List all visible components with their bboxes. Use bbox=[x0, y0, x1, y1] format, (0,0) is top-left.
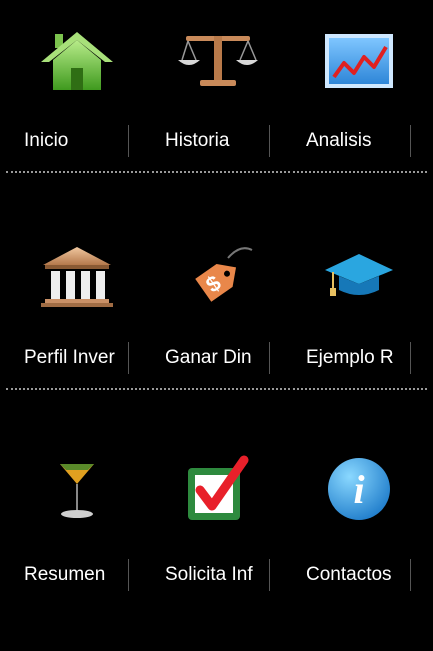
menu-item-ejemplo-r[interactable]: Ejemplo R bbox=[288, 217, 429, 407]
menu-item-ganar-din[interactable]: $ Ganar Din bbox=[147, 217, 288, 407]
menu-item-label-box: Historia bbox=[147, 125, 270, 157]
info-icon: i bbox=[288, 444, 429, 534]
menu-item-perfil-inver[interactable]: Perfil Inver bbox=[6, 217, 147, 407]
menu-item-label: Ejemplo R bbox=[306, 347, 394, 368]
divider bbox=[288, 171, 427, 173]
menu-item-label: Inicio bbox=[24, 130, 69, 151]
divider bbox=[147, 171, 286, 173]
menu-item-label-box: Ejemplo R bbox=[288, 342, 411, 374]
menu-row: Perfil Inver $ Ganar Din Ejemplo R bbox=[0, 217, 433, 434]
menu-row: Resumen Solicita Inf i Contactos bbox=[0, 434, 433, 651]
divider bbox=[6, 171, 145, 173]
menu-item-label-box: Resumen bbox=[6, 559, 129, 591]
divider bbox=[288, 388, 427, 390]
menu-item-contactos[interactable]: i Contactos bbox=[288, 434, 429, 624]
menu-item-label: Ganar Din bbox=[165, 347, 252, 368]
chart-icon bbox=[288, 16, 429, 106]
cocktail-glass-icon bbox=[6, 444, 147, 534]
menu-item-label-box: Ganar Din bbox=[147, 342, 270, 374]
menu-item-label: Historia bbox=[165, 130, 230, 151]
divider bbox=[147, 388, 286, 390]
price-tag-icon: $ bbox=[147, 232, 288, 322]
menu-item-label-box: Contactos bbox=[288, 559, 411, 591]
bank-icon bbox=[6, 232, 147, 322]
menu-item-label: Contactos bbox=[306, 564, 392, 585]
menu-row: Inicio Historia Analisis bbox=[0, 0, 433, 217]
graduation-cap-icon bbox=[288, 232, 429, 322]
menu-grid: Inicio Historia Analisis Perfil Inver $ … bbox=[0, 0, 433, 600]
scales-icon bbox=[147, 16, 288, 106]
menu-item-label: Resumen bbox=[24, 564, 106, 585]
home-icon bbox=[6, 16, 147, 106]
menu-item-label: Perfil Inver bbox=[24, 347, 115, 368]
menu-item-resumen[interactable]: Resumen bbox=[6, 434, 147, 624]
svg-text:i: i bbox=[353, 467, 364, 512]
menu-item-label-box: Solicita Inf bbox=[147, 559, 270, 591]
checkbox-icon bbox=[147, 444, 288, 534]
menu-item-inicio[interactable]: Inicio bbox=[6, 0, 147, 190]
menu-item-label: Analisis bbox=[306, 130, 372, 151]
menu-item-label-box: Perfil Inver bbox=[6, 342, 129, 374]
menu-item-label: Solicita Inf bbox=[165, 564, 253, 585]
menu-item-label-box: Inicio bbox=[6, 125, 129, 157]
menu-item-label-box: Analisis bbox=[288, 125, 411, 157]
menu-item-solicita-inf[interactable]: Solicita Inf bbox=[147, 434, 288, 624]
menu-item-historia[interactable]: Historia bbox=[147, 0, 288, 190]
divider bbox=[6, 388, 145, 390]
menu-item-analisis[interactable]: Analisis bbox=[288, 0, 429, 190]
